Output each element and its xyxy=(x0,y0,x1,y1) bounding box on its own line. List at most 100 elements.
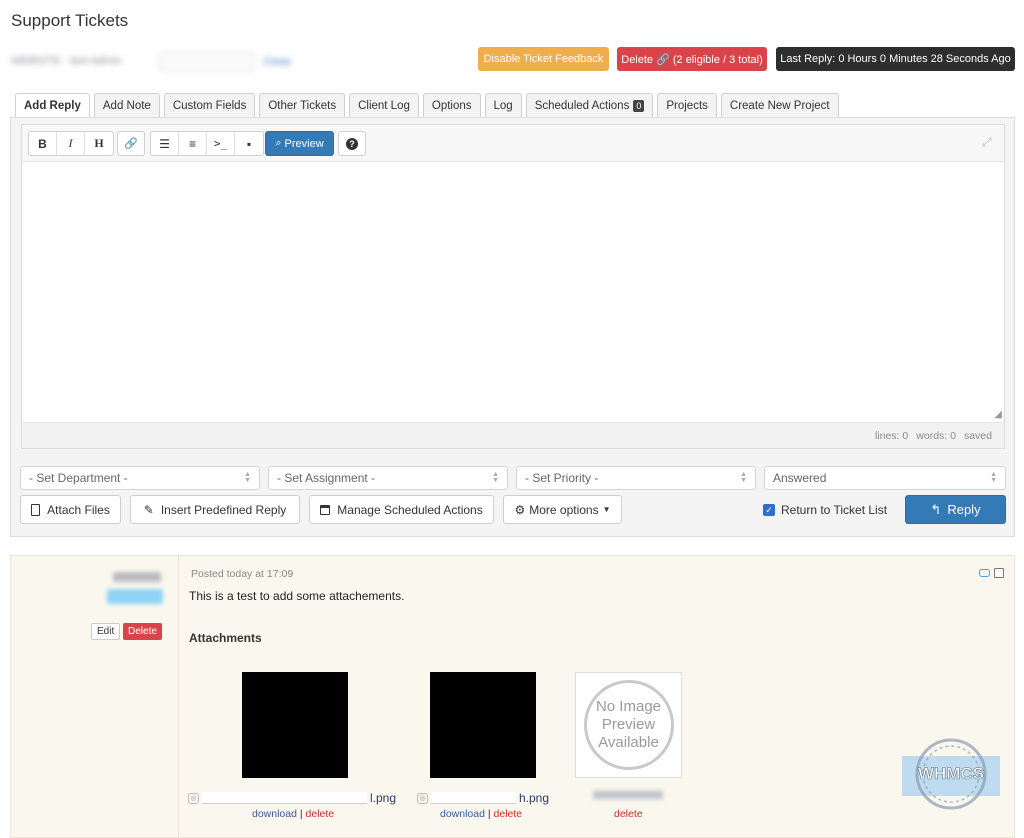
insert-predefined-label: Insert Predefined Reply xyxy=(160,502,287,517)
status-select-value: Answered xyxy=(773,471,827,485)
help-button[interactable]: ? xyxy=(338,131,366,156)
message-actions xyxy=(979,568,1004,578)
return-to-list-label: Return to Ticket List xyxy=(781,503,888,517)
italic-button[interactable]: I xyxy=(57,132,85,155)
author-name xyxy=(113,572,161,582)
attachment-thumbnail[interactable] xyxy=(242,672,348,778)
status-select[interactable]: Answered ▲ ▼ xyxy=(764,466,1006,490)
chat-icon[interactable] xyxy=(979,569,990,577)
delete-attachment-link[interactable]: delete xyxy=(614,808,643,820)
delete-message-button[interactable]: Delete xyxy=(123,623,162,640)
preview-label: Preview xyxy=(284,137,324,150)
heading-button[interactable]: H xyxy=(85,132,113,155)
select-message-checkbox[interactable] xyxy=(994,568,1004,578)
editor-toolbar: B I H 🔗 ☰ ≡ >_ ▪ ⌕ Preview ? ⤢ xyxy=(22,125,1004,162)
link-icon: 🔗 xyxy=(124,138,138,150)
tab-custom-fields[interactable]: Custom Fields xyxy=(163,93,256,117)
tab-projects[interactable]: Projects xyxy=(657,93,717,117)
tab-client-log[interactable]: Client Log xyxy=(349,93,419,117)
bold-button[interactable]: B xyxy=(29,132,57,155)
manage-scheduled-label: Manage Scheduled Actions xyxy=(337,502,483,517)
attach-files-label: Attach Files xyxy=(47,502,110,517)
message-author-panel: Edit Delete xyxy=(11,556,179,837)
priority-select[interactable]: - Set Priority - ▲ ▼ xyxy=(516,466,756,490)
tab-create-project[interactable]: Create New Project xyxy=(720,93,839,117)
more-options-button[interactable]: ⚙ More options ▼ xyxy=(503,495,622,524)
assignment-select[interactable]: - Set Assignment - ▲ ▼ xyxy=(268,466,508,490)
resize-handle-icon[interactable]: ◢ xyxy=(994,409,1002,420)
client-name[interactable]: WEBSITE - test Admin xyxy=(11,55,151,69)
tab-add-reply[interactable]: Add Reply xyxy=(15,93,90,118)
insert-predefined-button[interactable]: ✎ Insert Predefined Reply xyxy=(130,495,300,524)
preview-button[interactable]: ⌕ Preview xyxy=(265,131,334,156)
more-options-label: More options xyxy=(529,502,599,517)
gear-icon: ⚙ xyxy=(514,502,526,517)
tab-log[interactable]: Log xyxy=(484,93,522,117)
tab-other-tickets[interactable]: Other Tickets xyxy=(259,93,346,117)
attachments-heading: Attachments xyxy=(189,631,262,645)
delete-ticket-button[interactable]: Delete 🔗 (2 eligible / 3 total) xyxy=(617,47,767,71)
author-role-badge xyxy=(107,589,163,604)
department-select-value: - Set Department - xyxy=(29,471,128,485)
format-group: B I H xyxy=(28,131,114,156)
quote-button[interactable]: ▪ xyxy=(235,132,263,155)
assignment-select-value: - Set Assignment - xyxy=(277,471,376,485)
ordered-list-icon: ≡ xyxy=(188,136,196,151)
tab-scheduled-actions[interactable]: Scheduled Actions 0 xyxy=(525,93,654,117)
message-body: This is a test to add some attachements. xyxy=(189,589,405,603)
unordered-list-button[interactable]: ☰ xyxy=(151,132,179,155)
file-icon xyxy=(31,503,41,516)
return-to-list-option[interactable]: ✓ Return to Ticket List xyxy=(763,503,887,517)
watermark-text: WHMCS xyxy=(918,764,984,783)
last-reply-badge: Last Reply: 0 Hours 0 Minutes 28 Seconds… xyxy=(776,47,1015,71)
ticket-message: Edit Delete Posted today at 17:09 This i… xyxy=(10,555,1015,838)
reply-textarea[interactable] xyxy=(22,162,1004,422)
redacted-filename xyxy=(431,792,516,804)
manage-scheduled-button[interactable]: Manage Scheduled Actions xyxy=(309,495,494,524)
edit-message-button[interactable]: Edit xyxy=(91,623,121,640)
editor-status-bar: lines: 0 words: 0 saved xyxy=(22,422,1004,448)
pencil-icon: ✎ xyxy=(143,502,154,517)
attachment-links: download | delete xyxy=(440,808,522,820)
filename-suffix: l.png xyxy=(370,791,397,805)
fullscreen-icon[interactable]: ⤢ xyxy=(982,135,994,149)
no-preview-thumbnail[interactable]: No Image Preview Available xyxy=(575,672,682,778)
tab-add-note[interactable]: Add Note xyxy=(93,93,160,117)
close-link[interactable]: Close xyxy=(263,56,291,68)
return-to-list-checkbox[interactable]: ✓ xyxy=(763,504,775,516)
attachment-thumbnail[interactable] xyxy=(430,672,536,778)
status-select[interactable] xyxy=(159,52,255,72)
reply-button[interactable]: ↰ Reply xyxy=(905,495,1006,524)
tab-scheduled-actions-label: Scheduled Actions xyxy=(534,99,630,112)
attach-files-button[interactable]: Attach Files xyxy=(20,495,121,524)
ticket-tabs: Add Reply Add Note Custom Fields Other T… xyxy=(15,93,839,118)
paperclip-icon: ◎ xyxy=(188,792,199,804)
reply-editor: B I H 🔗 ☰ ≡ >_ ▪ ⌕ Preview ? ⤢ ◢ lines: … xyxy=(21,124,1005,449)
download-link[interactable]: download xyxy=(252,808,297,820)
delete-attachment-link[interactable]: delete xyxy=(306,808,335,820)
attachment-filename[interactable]: ◎ l.png xyxy=(188,791,396,805)
delete-attachment-link[interactable]: delete xyxy=(494,808,523,820)
download-link[interactable]: download xyxy=(440,808,485,820)
attachment-links: delete xyxy=(614,808,643,820)
no-preview-text: No Image Preview Available xyxy=(595,698,662,751)
whmcs-logo-watermark: WHMCS xyxy=(902,738,1000,810)
paperclip-icon: ◎ xyxy=(417,792,428,804)
disable-feedback-button[interactable]: Disable Ticket Feedback xyxy=(478,47,609,71)
select-arrows-icon: ▲ ▼ xyxy=(244,471,251,484)
attachment-filename[interactable]: ◎ h.png xyxy=(417,791,549,805)
code-button[interactable]: >_ xyxy=(207,132,235,155)
no-image-icon: No Image Preview Available xyxy=(583,680,674,770)
department-select[interactable]: - Set Department - ▲ ▼ xyxy=(20,466,260,490)
select-arrows-icon: ▲ ▼ xyxy=(990,471,997,484)
redacted-filename xyxy=(593,791,663,799)
lines-count: lines: 0 xyxy=(875,429,909,442)
attachment-filename[interactable] xyxy=(593,791,663,799)
save-status: saved xyxy=(963,429,992,442)
link-button[interactable]: 🔗 xyxy=(117,131,145,156)
search-icon: ⌕ xyxy=(275,137,282,149)
tab-options[interactable]: Options xyxy=(422,93,481,117)
select-arrows-icon: ▲ ▼ xyxy=(740,471,747,484)
calendar-icon xyxy=(320,504,331,515)
ordered-list-button[interactable]: ≡ xyxy=(179,132,207,155)
